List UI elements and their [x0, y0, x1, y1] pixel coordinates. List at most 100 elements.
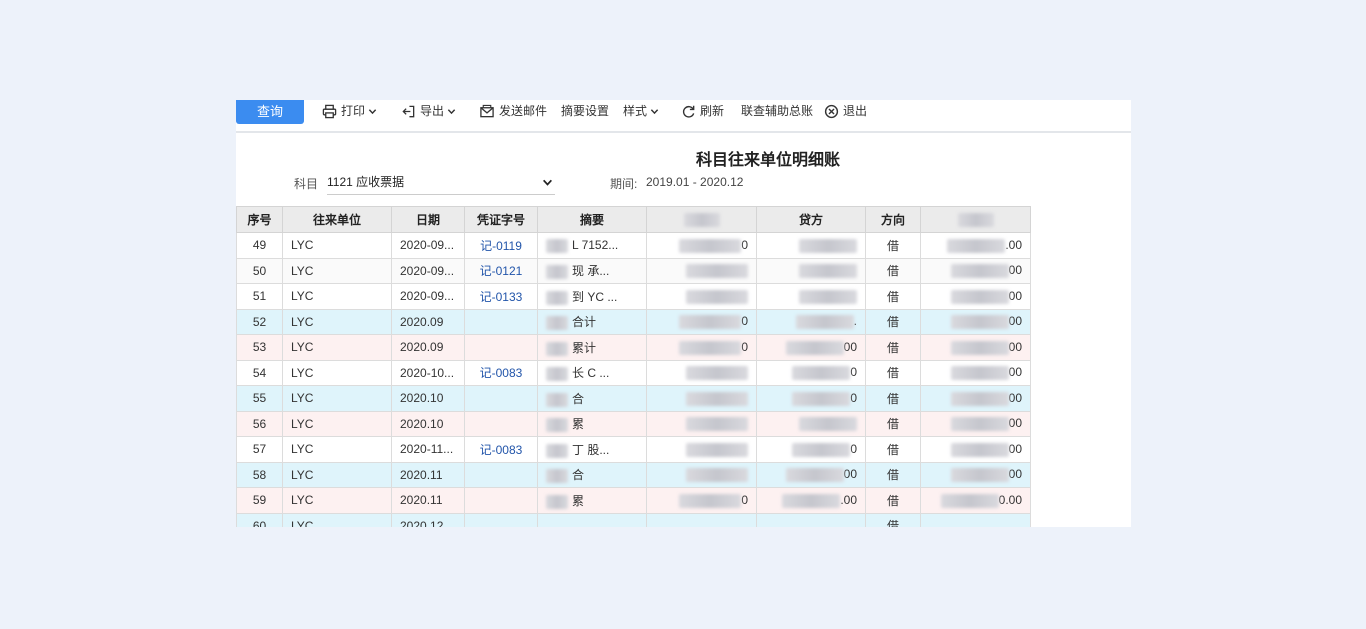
linked-aux-ledger-label: 联查辅助总账 — [741, 104, 814, 118]
blurred-text — [686, 442, 748, 457]
cell-balance-text: 00 — [1008, 390, 1022, 405]
cell-no-text: 59 — [252, 493, 267, 508]
cell-summary — [537, 512, 647, 527]
cell-voucher[interactable]: 记-0121 — [464, 257, 538, 284]
cell-balance-text: 00 — [1008, 339, 1022, 354]
cell-unit: LYC — [282, 385, 392, 412]
blurred-text — [679, 340, 742, 355]
cell-voucher[interactable]: 记-0133 — [464, 283, 538, 310]
cell-balance: 00 — [920, 359, 1031, 386]
cell-voucher[interactable] — [464, 461, 538, 488]
export-icon — [402, 105, 415, 117]
cell-balance-text: .00 — [1005, 237, 1022, 252]
blurred-text — [546, 290, 568, 305]
style-button[interactable]: 样式 — [623, 100, 663, 122]
linked-aux-ledger-button[interactable]: 联查辅助总账 — [741, 100, 813, 122]
header-summary[interactable]: 摘要 — [537, 206, 647, 233]
cell-voucher[interactable]: 记-0083 — [464, 359, 538, 386]
cell-credit — [756, 512, 866, 527]
header-credit[interactable]: 贷方 — [756, 206, 866, 233]
toolbar: 查询 打印 导出 发送邮件 摘要设置 样式 刷新 联查辅助总账 退出 — [236, 100, 1131, 133]
header-voucher[interactable]: 凭证字号 — [464, 206, 538, 233]
summary-settings-button[interactable]: 摘要设置 — [561, 100, 609, 122]
table-row[interactable]: 51 LYC 2020-09... 记-0133 到 YC ... 借 00 — [236, 283, 1031, 310]
cell-unit-text: LYC — [291, 518, 314, 527]
cell-direction-text: 借 — [886, 340, 899, 355]
exit-button[interactable]: 退出 — [824, 100, 867, 122]
table-row[interactable]: 49 LYC 2020-09... 记-0119 L 7152... 0 借 .00 — [236, 232, 1031, 259]
cell-no-text: 55 — [252, 391, 267, 406]
cell-voucher[interactable] — [464, 385, 538, 412]
cell-voucher[interactable] — [464, 410, 538, 437]
cell-date-text: 2020.09 — [400, 314, 444, 329]
header-no[interactable]: 序号 — [236, 206, 283, 233]
cell-unit-text: LYC — [291, 442, 314, 457]
table-row[interactable]: 54 LYC 2020-10... 记-0083 长 C ... 0 借 00 — [236, 359, 1031, 386]
cell-direction-text: 借 — [886, 391, 899, 406]
cell-summary: 累 — [537, 410, 647, 437]
table-row[interactable]: 57 LYC 2020-11... 记-0083 丁 股... 0 借 00 — [236, 436, 1031, 463]
table-row[interactable]: 50 LYC 2020-09... 记-0121 现 承... 借 00 — [236, 257, 1031, 284]
cell-debit: 0 — [646, 308, 757, 335]
cell-balance: 00 — [920, 436, 1031, 463]
cell-debit — [646, 257, 757, 284]
cell-unit-text: LYC — [291, 263, 314, 278]
cell-summary-text: 合 — [572, 391, 585, 406]
cell-voucher-text[interactable]: 记-0121 — [480, 264, 523, 278]
cell-direction-text: 借 — [886, 417, 899, 432]
blurred-text — [686, 417, 748, 432]
cell-unit: LYC — [282, 359, 392, 386]
table-row[interactable]: 60 LYC 2020.12 借 — [236, 512, 1031, 527]
header-date[interactable]: 日期 — [391, 206, 465, 233]
cell-credit: 0 — [756, 359, 866, 386]
cell-unit-text: LYC — [291, 467, 314, 482]
table-row[interactable]: 59 LYC 2020.11 累 0.00 借 0.00 — [236, 487, 1031, 514]
cell-debit-text: 0 — [741, 314, 748, 329]
cell-voucher-text[interactable]: 记-0133 — [480, 290, 523, 304]
blurred-text — [679, 315, 742, 330]
header-direction[interactable]: 方向 — [865, 206, 921, 233]
cell-date: 2020-09... — [391, 283, 465, 310]
cell-no: 49 — [236, 232, 283, 259]
cell-voucher[interactable] — [464, 308, 538, 335]
subject-select[interactable]: 1121 应收票据 — [327, 171, 555, 195]
cell-voucher-text[interactable]: 记-0083 — [480, 366, 523, 380]
send-mail-button[interactable]: 发送邮件 — [479, 100, 547, 122]
header-debit[interactable] — [646, 206, 757, 233]
cell-no: 57 — [236, 436, 283, 463]
table-row[interactable]: 52 LYC 2020.09 合计 0. 借 00 — [236, 308, 1031, 335]
header-unit[interactable]: 往来单位 — [282, 206, 392, 233]
query-button[interactable]: 查询 — [236, 100, 304, 124]
cell-credit-text: 00 — [843, 467, 857, 482]
cell-unit-text: LYC — [291, 314, 314, 329]
send-mail-label: 发送邮件 — [499, 104, 548, 118]
cell-summary: 合 — [537, 461, 647, 488]
header-balance[interactable] — [920, 206, 1031, 233]
cell-summary: 现 承... — [537, 257, 647, 284]
cell-voucher[interactable] — [464, 487, 538, 514]
refresh-button[interactable]: 刷新 — [681, 100, 724, 122]
cell-voucher[interactable]: 记-0083 — [464, 436, 538, 463]
export-button[interactable]: 导出 — [401, 100, 460, 122]
chevron-down-icon — [543, 179, 552, 186]
cell-direction-text: 借 — [886, 366, 899, 381]
table-row[interactable]: 55 LYC 2020.10 合 0 借 00 — [236, 385, 1031, 412]
table-row[interactable]: 58 LYC 2020.11 合 00 借 00 — [236, 461, 1031, 488]
blurred-text — [546, 469, 568, 484]
table-row[interactable]: 56 LYC 2020.10 累 借 00 — [236, 410, 1031, 437]
cell-balance: 00 — [920, 308, 1031, 335]
cell-voucher[interactable] — [464, 512, 538, 527]
cell-balance: 0.00 — [920, 487, 1031, 514]
refresh-label: 刷新 — [700, 104, 725, 118]
cell-voucher[interactable] — [464, 334, 538, 361]
table-row[interactable]: 53 LYC 2020.09 累计 0 00 借 00 — [236, 334, 1031, 361]
cell-credit — [756, 232, 866, 259]
cell-voucher-text[interactable]: 记-0119 — [480, 239, 522, 253]
print-button[interactable]: 打印 — [322, 100, 381, 122]
cell-balance-text: 00 — [1008, 263, 1022, 278]
cell-unit-text: LYC — [291, 365, 314, 380]
cell-voucher[interactable]: 记-0119 — [464, 232, 538, 259]
cell-credit-text: 00 — [843, 339, 857, 354]
cell-voucher-text[interactable]: 记-0083 — [480, 443, 523, 457]
cell-date-text: 2020-09... — [400, 238, 455, 253]
